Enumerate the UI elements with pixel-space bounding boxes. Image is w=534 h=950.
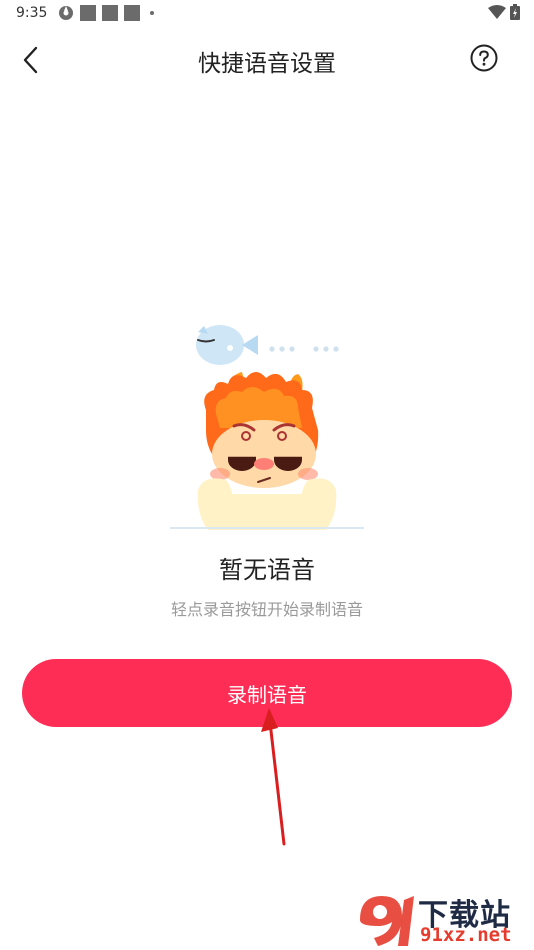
dragon-mascot-icon [170,325,364,530]
app-notification-icon [59,6,73,20]
top-bar: 快捷语音设置 [0,30,534,90]
status-system-icons [488,4,520,20]
record-voice-button-label: 录制语音 [227,682,307,707]
watermark-url: 91xz.net [420,924,512,946]
watermark: 下载站 91xz.net [356,890,530,948]
empty-state-illustration [168,318,366,530]
question-circle-icon [470,44,498,72]
red-arrow-annotation-icon [261,708,286,846]
status-notification-icons [58,5,154,21]
fish-icon [196,325,258,365]
page-title: 快捷语音设置 [198,51,336,77]
notification-square-icon [124,5,140,21]
watermark-logo-icon [360,896,414,946]
status-time: 9:35 [16,5,48,21]
empty-state-hint: 轻点录音按钮开始录制语音 [170,600,363,619]
battery-icon [510,4,520,20]
status-bar: 9:35 [0,0,534,28]
wifi-icon [488,5,506,19]
more-notifications-dot-icon [150,11,154,15]
notification-square-icon [102,5,118,21]
notification-square-icon [80,5,96,21]
help-button[interactable] [470,44,498,72]
empty-state-title: 暂无语音 [219,556,315,584]
